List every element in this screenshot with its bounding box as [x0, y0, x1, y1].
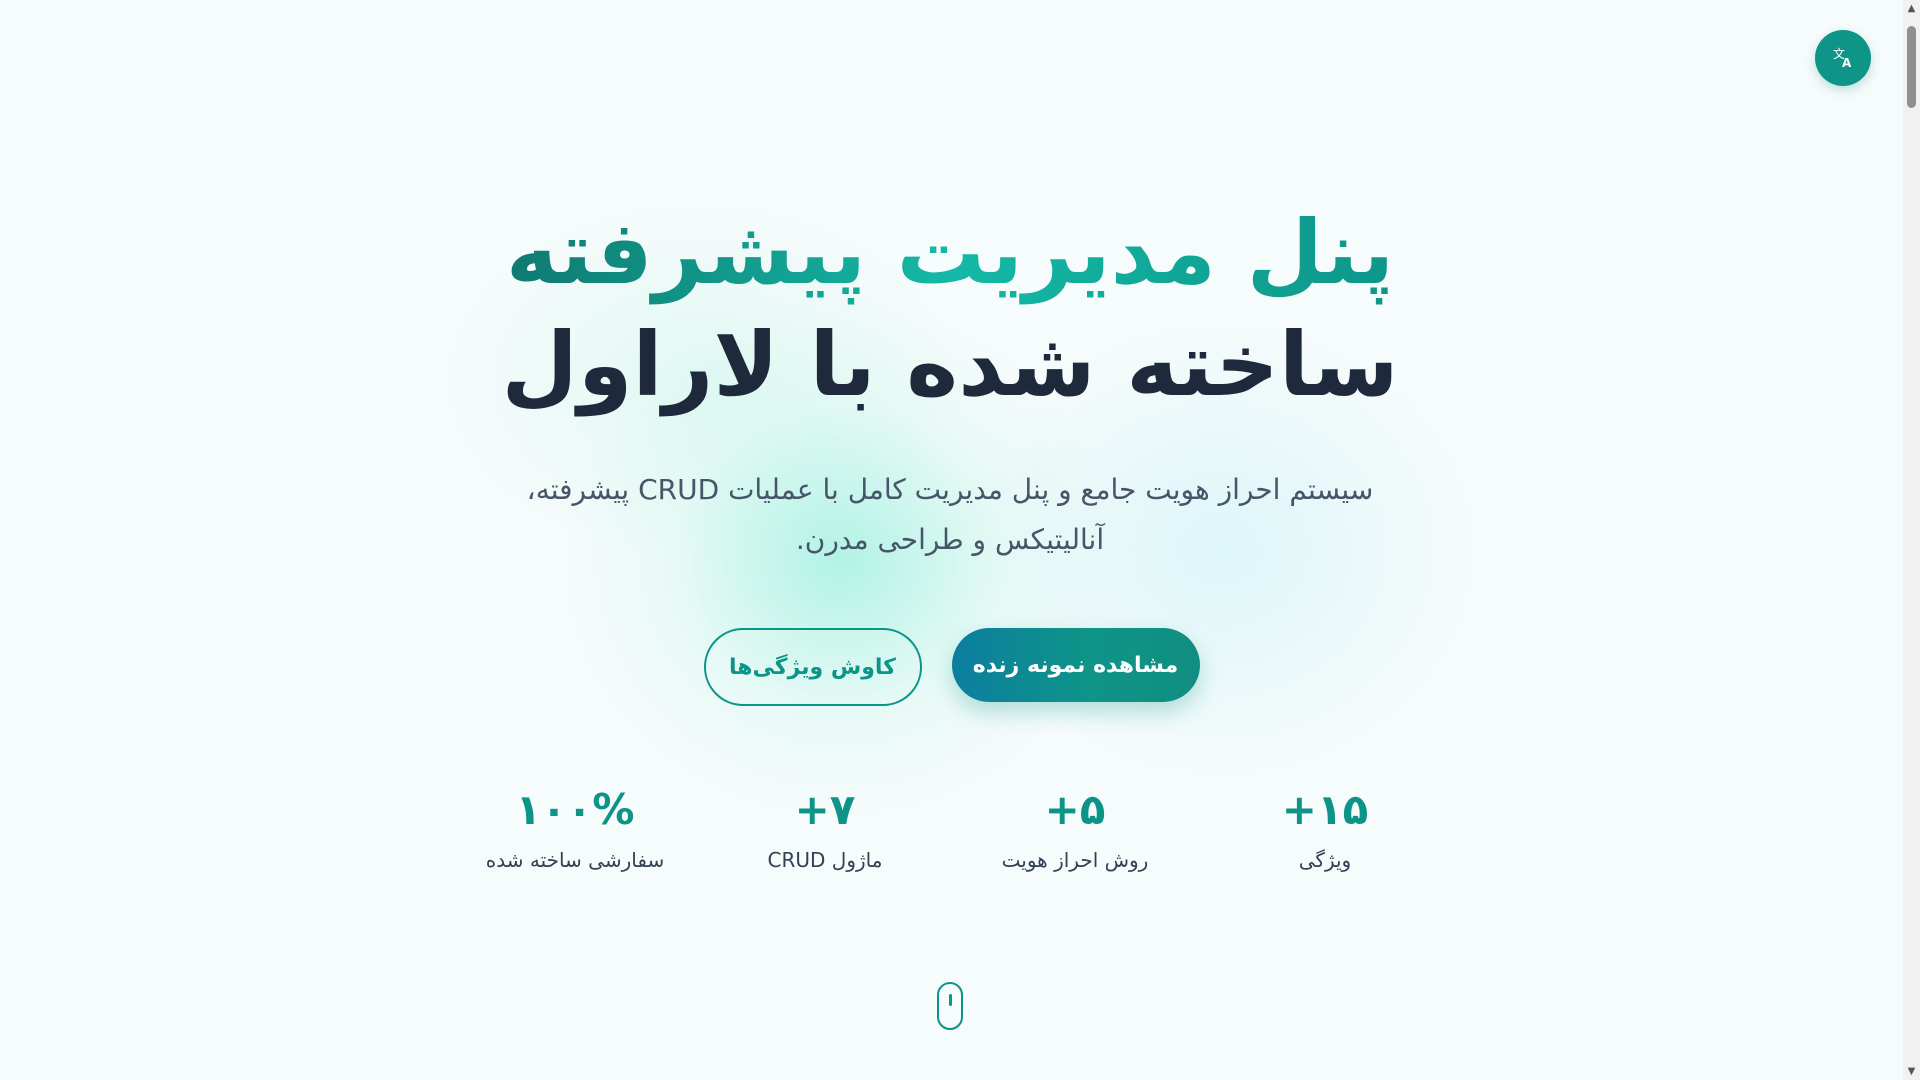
- scrollbar-thumb[interactable]: [1907, 26, 1916, 108]
- live-demo-button[interactable]: مشاهده نمونه زنده: [951, 628, 1200, 702]
- stats-row: +۱۵ ویژگی +۵ روش احراز هویت +۷ ماژول CRU…: [480, 782, 1380, 882]
- stat-features: +۱۵ ویژگی: [1215, 782, 1435, 872]
- stat-label: سفارشی ساخته شده: [485, 848, 665, 872]
- stat-label: روش احراز هویت: [1001, 848, 1149, 872]
- stat-custom-built: ۱۰۰% سفارشی ساخته شده: [465, 782, 685, 872]
- mouse-scroll-icon[interactable]: [937, 982, 963, 1030]
- cta-buttons: مشاهده نمونه زنده کاوش ویژگی‌ها: [0, 628, 1903, 706]
- svg-text:A: A: [1842, 56, 1852, 70]
- scroll-down-arrow-icon[interactable]: ▼: [1903, 1063, 1920, 1080]
- scroll-wheel-dot: [949, 994, 952, 1006]
- stat-value: ۱۰۰%: [515, 785, 635, 834]
- hero-title-line-1: پنل مدیریت پیشرفته: [480, 200, 1420, 306]
- hero-subtitle: سیستم احراز هویت جامع و پنل مدیریت کامل …: [510, 465, 1390, 565]
- hero-title-line-2: ساخته شده با لاراول: [501, 312, 1399, 416]
- stat-value: +۵: [1044, 785, 1106, 834]
- stat-value: +۱۵: [1281, 785, 1369, 834]
- language-toggle-button[interactable]: 文 A: [1815, 30, 1871, 86]
- hero-subtitle-line-1: سیستم احراز هویت جامع و پنل مدیریت کامل …: [526, 473, 1374, 507]
- translate-icon: 文 A: [1833, 46, 1852, 70]
- hero-subtitle-line-2: آنالیتیکس و طراحی مدرن.: [795, 523, 1105, 557]
- stat-label: ویژگی: [1298, 848, 1352, 872]
- stat-value: +۷: [794, 785, 856, 834]
- stat-auth-methods: +۵ روش احراز هویت: [965, 782, 1185, 872]
- page-scrollbar[interactable]: ▲ ▼: [1903, 0, 1920, 1080]
- hero-section: پنل مدیریت پیشرفته ساخته شده با لاراول س…: [480, 200, 1420, 565]
- scroll-up-arrow-icon[interactable]: ▲: [1903, 0, 1920, 17]
- stat-label: ماژول CRUD: [767, 848, 883, 872]
- explore-features-button[interactable]: کاوش ویژگی‌ها: [703, 628, 922, 706]
- stat-crud-modules: +۷ ماژول CRUD: [715, 782, 935, 872]
